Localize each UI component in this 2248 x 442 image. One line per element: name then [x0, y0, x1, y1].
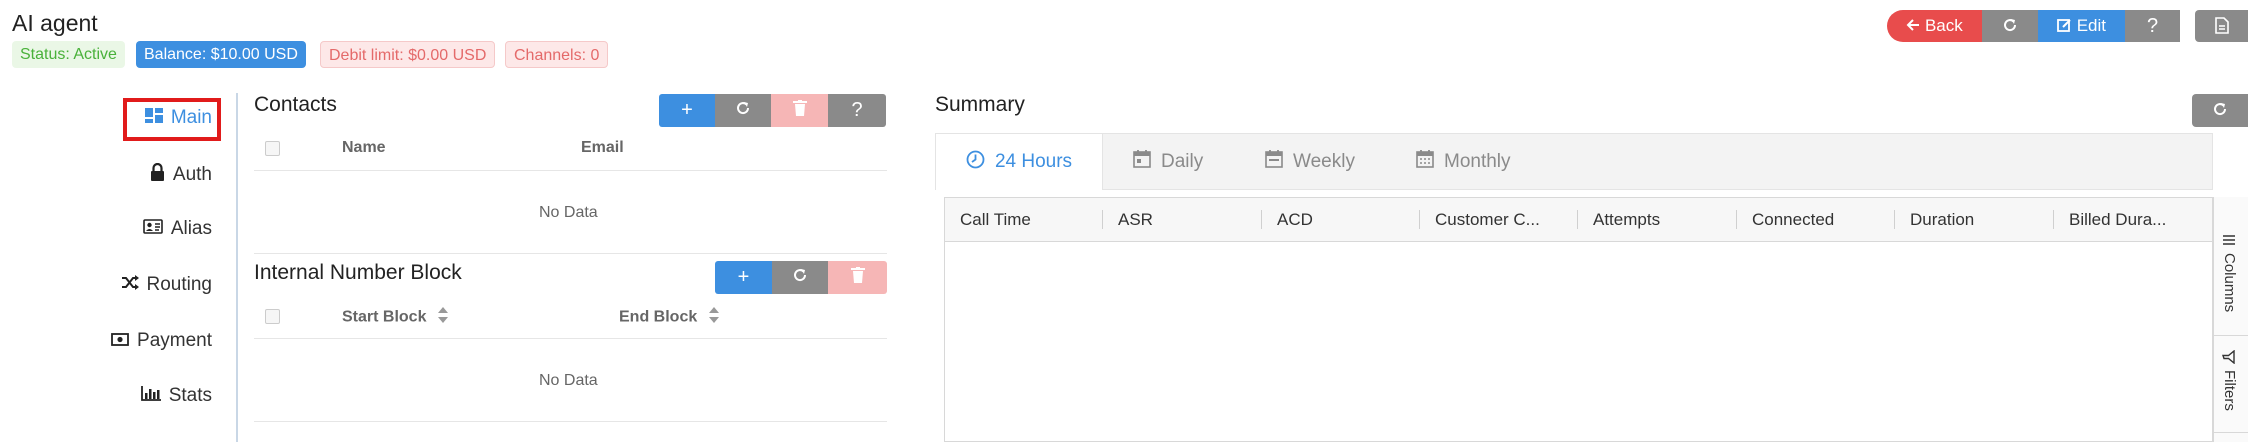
table-bottom-divider — [254, 253, 887, 254]
column-header-label: Start Block — [342, 308, 427, 326]
column-header-billed-duration[interactable]: Billed Dura... — [2053, 197, 2213, 242]
column-header-connected[interactable]: Connected — [1736, 197, 1894, 242]
clock-icon — [966, 150, 985, 175]
sidebar-item-label: Payment — [137, 330, 212, 351]
balance-badge: Balance: $10.00 USD — [136, 41, 306, 68]
side-bar-divider — [2213, 335, 2248, 336]
summary-tabs — [935, 133, 2213, 190]
tab-daily[interactable]: Daily — [1133, 133, 1203, 190]
sidebar-item-payment[interactable]: Payment — [111, 330, 212, 352]
back-label: Back — [1924, 16, 1963, 35]
select-all-checkbox[interactable] — [265, 141, 280, 156]
refresh-icon — [2212, 100, 2228, 119]
column-header-attempts[interactable]: Attempts — [1577, 197, 1736, 242]
refresh-icon — [2002, 16, 2018, 35]
lock-icon — [150, 162, 165, 187]
sidebar-item-label: Stats — [168, 385, 212, 406]
filter-icon — [2221, 349, 2238, 365]
number-block-toolbar: + — [715, 261, 887, 294]
contacts-title: Contacts — [254, 93, 337, 116]
contacts-help-button[interactable]: ? — [828, 94, 886, 127]
edit-label: Edit — [2076, 16, 2107, 35]
add-contact-button[interactable]: + — [659, 94, 715, 127]
column-header-label: End Block — [619, 308, 698, 326]
filters-tool-label: Filters — [2221, 370, 2238, 411]
tab-weekly[interactable]: Weekly — [1265, 133, 1355, 190]
columns-tool-tab[interactable]: Columns — [2221, 233, 2238, 312]
back-button[interactable]: Back — [1887, 10, 1982, 42]
calendar-day-icon — [1133, 149, 1151, 174]
column-header-call-time[interactable]: Call Time — [944, 197, 1102, 242]
refresh-button[interactable] — [1982, 10, 2038, 42]
refresh-contacts-button[interactable] — [715, 94, 771, 127]
calendar-week-icon — [1265, 149, 1283, 174]
refresh-icon — [735, 99, 751, 122]
tab-label: Weekly — [1293, 150, 1355, 172]
columns-icon — [2221, 233, 2238, 247]
number-block-title: Internal Number Block — [254, 261, 462, 284]
empty-state: No Data — [539, 204, 598, 221]
sidebar-item-label: Routing — [146, 274, 213, 295]
tab-label: 24 Hours — [994, 151, 1073, 172]
columns-tool-label: Columns — [2221, 253, 2238, 313]
column-header-acd[interactable]: ACD — [1261, 197, 1419, 242]
header-divider — [254, 170, 887, 171]
column-header-end-block[interactable]: End Block — [619, 306, 720, 329]
contacts-toolbar: + ? — [659, 94, 886, 127]
header-divider — [254, 338, 887, 339]
summary-title: Summary — [935, 93, 1025, 116]
sort-icon — [437, 306, 449, 329]
sidebar-item-routing[interactable]: Routing — [121, 274, 213, 296]
select-all-checkbox[interactable] — [265, 309, 280, 324]
column-header-customer-cost[interactable]: Customer C... — [1419, 197, 1577, 242]
sidebar-item-auth[interactable]: Auth — [150, 162, 212, 187]
edit-icon — [2057, 16, 2072, 35]
side-bar-divider — [2213, 432, 2248, 433]
tab-label: Monthly — [1444, 150, 1511, 172]
filters-tool-tab[interactable]: Filters — [2221, 349, 2238, 411]
table-bottom-divider — [254, 421, 887, 422]
column-header-start-block[interactable]: Start Block — [342, 306, 449, 329]
refresh-summary-button[interactable] — [2192, 94, 2248, 127]
sort-icon — [708, 306, 720, 329]
sidebar-item-label: Auth — [172, 164, 212, 185]
column-header-name[interactable]: Name — [342, 139, 386, 157]
debit-limit-badge: Debit limit: $0.00 USD — [320, 41, 496, 68]
trash-icon — [850, 266, 865, 289]
shuffle-icon — [121, 274, 139, 296]
sidebar-item-label: Alias — [170, 218, 212, 239]
tab-24-hours[interactable]: 24 Hours — [935, 133, 1103, 190]
bar-chart-icon — [140, 385, 161, 407]
document-icon — [2214, 16, 2229, 35]
sidebar-item-alias[interactable]: Alias — [143, 218, 212, 240]
sidebar-item-stats[interactable]: Stats — [140, 385, 212, 407]
money-icon — [111, 330, 129, 352]
tab-label: Daily — [1161, 150, 1204, 172]
column-header-asr[interactable]: ASR — [1102, 197, 1261, 242]
add-number-block-button[interactable]: + — [715, 261, 772, 294]
delete-contact-button[interactable] — [771, 94, 828, 127]
page-title: AI agent — [12, 10, 98, 36]
id-card-icon — [143, 218, 163, 240]
column-header-email[interactable]: Email — [581, 139, 624, 157]
refresh-icon — [792, 266, 808, 289]
empty-state: No Data — [539, 372, 598, 389]
delete-number-block-button[interactable] — [828, 261, 887, 294]
help-button[interactable]: ? — [2125, 10, 2180, 42]
calendar-month-icon — [1416, 149, 1434, 174]
selection-highlight — [123, 98, 221, 141]
arrow-left-icon — [1906, 16, 1920, 35]
refresh-number-block-button[interactable] — [772, 261, 828, 294]
status-badge: Status: Active — [12, 41, 125, 68]
document-button[interactable] — [2195, 10, 2248, 42]
tab-monthly[interactable]: Monthly — [1416, 133, 1511, 190]
edit-button[interactable]: Edit — [2038, 10, 2125, 42]
channels-badge: Channels: 0 — [505, 41, 609, 68]
column-header-duration[interactable]: Duration — [1894, 197, 2053, 242]
sidebar-divider — [236, 93, 238, 442]
trash-icon — [792, 99, 807, 122]
